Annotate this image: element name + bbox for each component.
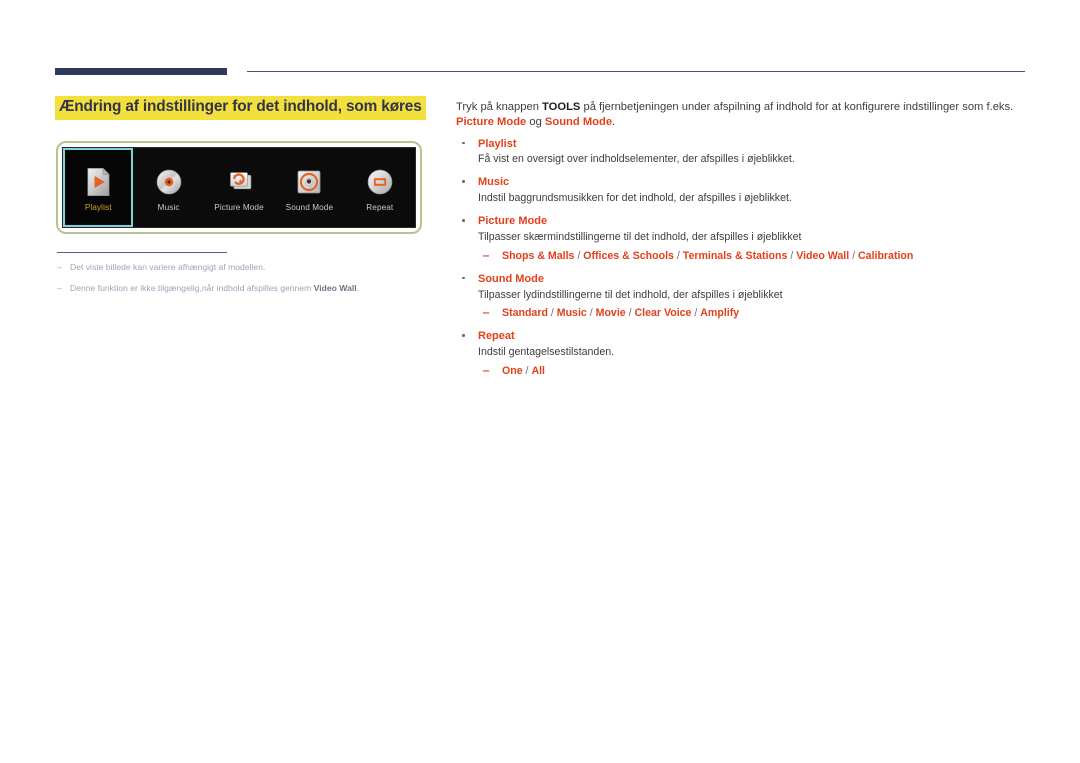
setting-option[interactable]: Video Wall [796,250,849,262]
setting-option[interactable]: Terminals & Stations [683,250,788,262]
media-tile-picture-mode[interactable]: Picture Mode [204,148,274,227]
footnote: ‒ Det viste billede kan variere afhængigt… [57,261,427,274]
setting-title: Playlist [478,137,517,150]
intro-text-4: . [612,115,616,128]
setting-description: Tilpasser skærmindstillingerne til det i… [478,230,802,243]
sub-dash-icon: ‒ [483,307,490,320]
page-root: Ændring af indstillinger for det indhold… [0,0,1080,763]
option-separator: / [673,249,683,262]
setting-option[interactable]: All [531,365,545,377]
setting-options-row: ‒ One / All [478,364,1026,380]
option-separator: / [586,307,596,320]
left-column: Ændring af indstillinger for det indhold… [55,96,427,120]
picture-mode-ref: Picture Mode [456,115,527,128]
sub-dash-icon: ‒ [483,249,490,262]
tools-key-label: TOOLS [542,101,581,113]
setting-option[interactable]: Music [557,307,587,319]
intro-text-3: og [526,115,545,128]
footnote-separator [57,252,227,253]
option-separator: / [625,307,635,320]
setting-description: Få vist en oversigt over indholdselement… [478,153,795,166]
intro-text-2: på fjernbetjeningen under afspilning af … [580,101,1014,113]
playlist-file-play-icon [79,163,117,201]
sound-mode-speaker-icon [290,163,328,201]
media-tile-label: Playlist [84,202,112,212]
footnote-text: Denne funktion er ikke tilgængelig,når i… [70,282,314,293]
media-tile-music[interactable]: Music [133,148,203,227]
right-column: Tryk på knappen TOOLS på fjernbetjeninge… [456,100,1026,387]
bullet-dot-icon [462,276,465,280]
setting-option[interactable]: Standard [502,307,548,319]
setting-title: Music [478,176,510,189]
footnote-dash-icon: ‒ [57,282,62,293]
intro-paragraph: Tryk på knappen TOOLS på fjernbetjeninge… [456,100,1026,130]
option-separator: / [691,307,701,320]
setting-options-row: ‒ Standard / Music / Movie / Clear Voice … [478,306,1026,322]
option-separator: / [849,249,859,262]
intro-text-1: Tryk på knappen [456,101,543,113]
settings-list: Playlist Få vist en oversigt over indhold… [456,137,1026,380]
setting-item: Playlist Få vist en oversigt over indhold… [456,137,1026,169]
header-rule-thin [247,71,1025,72]
bullet-dot-icon [462,334,465,337]
sound-mode-ref: Sound Mode [544,115,613,128]
setting-description: Indstil gentagelsestilstanden. [478,346,615,359]
header-rule [55,68,1025,76]
media-tile-label: Music [157,202,180,212]
option-separator: / [574,249,584,262]
media-player-toolbar: Playlist Music Picture Mode Sound Mode R… [62,147,416,228]
bullet-dot-icon [462,180,465,183]
footnote: ‒ Denne funktion er ikke tilgængelig,når … [57,282,427,295]
media-tile-sound-mode[interactable]: Sound Mode [274,148,344,227]
footnote-emphasis: Video Wall [313,282,357,293]
setting-item: Sound Mode Tilpasser lydindstillingerne t… [456,272,1026,323]
setting-description: Indstil baggrundsmusikken for det indhol… [478,192,792,205]
media-player-panel: Playlist Music Picture Mode Sound Mode R… [56,141,422,234]
page-title: Ændring af indstillinger for det indhold… [55,96,426,120]
media-tile-label: Repeat [366,202,394,212]
setting-title: Picture Mode [478,215,548,228]
setting-option[interactable]: Clear Voice [635,307,692,319]
setting-options-row: ‒ Shops & Malls / Offices & Schools / Ter… [478,249,1026,265]
sub-dash-icon: ‒ [483,365,490,378]
setting-option[interactable]: Shops & Malls [502,250,574,262]
setting-option[interactable]: Amplify [700,307,739,319]
footnote-dash-icon: ‒ [57,262,62,272]
footnote-text: Det viste billede kan variere afhængigt … [70,262,266,272]
bullet-dot-icon [462,141,465,145]
media-tile-label: Sound Mode [285,202,334,212]
setting-title: Repeat [478,330,515,343]
header-rule-thick [55,68,227,75]
setting-option[interactable]: Movie [596,307,626,319]
setting-option[interactable]: Calibration [858,250,913,262]
repeat-loop-icon [361,163,399,201]
media-tile-label: Picture Mode [214,202,264,212]
setting-item: Picture Mode Tilpasser skærmindstillinger… [456,214,1026,265]
setting-option[interactable]: One [502,365,523,377]
setting-option[interactable]: Offices & Schools [583,250,674,262]
setting-description: Tilpasser lydindstillingerne til det ind… [478,288,783,301]
setting-item: Music Indstil baggrundsmusikken for det i… [456,175,1026,207]
option-separator: / [547,307,557,320]
picture-mode-refresh-icon [220,163,258,201]
media-tile-playlist[interactable]: Playlist [63,148,134,227]
music-disc-icon [150,163,188,201]
setting-title: Sound Mode [478,272,544,285]
media-tile-repeat[interactable]: Repeat [345,148,415,227]
setting-item: Repeat Indstil gentagelsestilstanden. ‒ One… [456,329,1026,380]
footnote-tail: . [356,282,360,293]
footnote-list: ‒ Det viste billede kan variere afhængigt… [57,261,427,303]
option-separator: / [787,249,797,262]
bullet-dot-icon [462,219,465,222]
